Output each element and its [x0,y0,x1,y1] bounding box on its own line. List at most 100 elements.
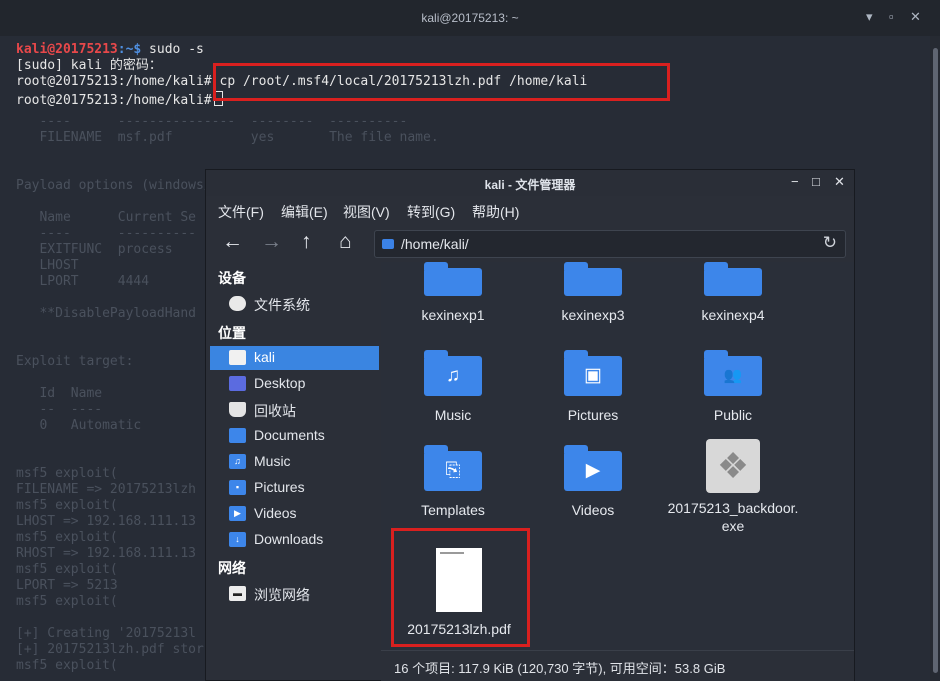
terminal-history-line: LPORT 4444 [16,274,150,289]
terminal-history-line: **DisablePayloadHand [16,306,197,321]
fm-close-button[interactable]: ✕ [834,174,845,190]
terminal-history-line: LHOST [16,258,79,273]
terminal-history-line: Id Name [16,386,103,401]
file-item-kexinexp1[interactable]: kexinexp1 [383,262,523,324]
folder-public-icon: 👥 [704,350,762,396]
sidebar-item-kali[interactable]: kali [210,346,379,370]
file-item-pictures[interactable]: ▣ Pictures [523,350,663,424]
terminal-history-line: LHOST => 192.168.111.13 [16,514,197,529]
sidebar-item-label: kali [254,349,276,365]
home-folder-icon [229,350,246,365]
home-folder-icon [382,239,394,249]
forward-button[interactable]: → [261,230,282,254]
terminal-history-line: Payload options (windows/ [16,178,212,193]
menu-edit[interactable]: 编辑(E) [281,202,328,222]
menu-help[interactable]: 帮助(H) [472,202,519,222]
terminal-title: kali@20175213: ~ [421,11,519,25]
terminal-history-line: LPORT => 5213 [16,578,118,593]
sidebar-item-label: Desktop [254,375,306,391]
sidebar-item-label: Documents [254,427,325,443]
terminal-titlebar[interactable]: kali@20175213: ~ ▾ ▫ ✕ [0,0,940,37]
file-item-videos[interactable]: ▶ Videos [523,445,663,519]
folder-icon [704,262,762,296]
menu-file[interactable]: 文件(F) [218,202,264,222]
location-path: /home/kali/ [401,236,469,252]
prompt-user: kali@20175213 [16,42,118,57]
reload-button[interactable]: ↻ [823,233,837,253]
terminal-scrollbar[interactable] [930,36,940,681]
trash-icon [229,402,246,417]
sidebar-item-trash[interactable]: 回收站 [210,398,379,422]
sidebar-item-filesystem[interactable]: 文件系统 [210,292,379,316]
sidebar-header-devices: 设备 [218,270,246,286]
file-item-backdoor-exe[interactable]: ❖ 20175213_backdoor.exe [663,439,803,535]
network-icon: ▬ [229,586,246,601]
file-name: kexinexp4 [701,307,765,323]
sidebar-item-label: 回收站 [254,403,296,419]
fm-minimize-button[interactable]: − [791,174,799,189]
file-name: Videos [571,502,615,518]
folder-icon [424,262,482,296]
file-item-music[interactable]: ♫ Music [383,350,523,424]
terminal-history-line: [+] 20175213lzh.pdf stor [16,642,204,657]
sidebar-item-downloads[interactable]: ↓ Downloads [210,528,379,552]
sidebar-header-places: 位置 [218,325,246,341]
terminal-history-line: ---- ---------- [16,226,197,241]
file-grid[interactable]: kexinexp1 kexinexp3 kexinexp4 ♫ Music ▣ … [381,262,854,650]
back-button[interactable]: ← [222,230,243,254]
prompt-path: :~$ [117,42,142,57]
sidebar-item-documents[interactable]: Documents [210,424,379,448]
sidebar-item-label: Downloads [254,531,324,547]
file-item-public[interactable]: 👥 Public [663,350,803,424]
sidebar-header-network: 网络 [218,560,246,576]
music-icon: ♫ [229,454,246,469]
file-item-kexinexp4[interactable]: kexinexp4 [663,262,803,324]
file-name: 20175213_backdoor.exe [667,500,799,534]
file-name: Music [434,407,472,423]
fm-maximize-button[interactable]: □ [812,174,820,189]
root-prompt: root@20175213:/home/kali# [16,93,212,108]
terminal-scroll-thumb[interactable] [933,48,938,673]
sidebar-item-videos[interactable]: ▶ Videos [210,502,379,526]
location-bar[interactable]: /home/kali/ ↻ [374,230,846,258]
maximize-button[interactable]: ▫ [889,9,894,25]
file-manager-window: kali - 文件管理器 − □ ✕ 文件(F) 编辑(E) 视图(V) 转到(… [205,169,855,681]
sidebar-item-browse-network[interactable]: ▬ 浏览网络 [210,582,379,606]
root-prompt: root@20175213:/home/kali# [16,74,212,89]
folder-pictures-icon: ▣ [564,350,622,396]
status-text: 16 个项目: 117.9 KiB (120,730 字节), 可用空间：53.… [394,661,726,676]
file-item-kexinexp3[interactable]: kexinexp3 [523,262,663,324]
folder-music-icon: ♫ [424,350,482,396]
sidebar-item-label: Pictures [254,479,305,495]
file-name: kexinexp3 [561,307,625,323]
terminal-history-line: 0 Automatic [16,418,142,433]
terminal-history-line: EXITFUNC process [16,242,173,257]
menu-bar: 文件(F) 编辑(E) 视图(V) 转到(G) 帮助(H) [206,196,854,226]
desktop-icon [229,376,246,391]
status-bar: 16 个项目: 117.9 KiB (120,730 字节), 可用空间：53.… [381,650,854,681]
sidebar-item-label: 浏览网络 [254,587,310,603]
toolbar: ← → ↑ ⌂ /home/kali/ ↻ [206,226,854,262]
up-button[interactable]: ↑ [301,230,312,254]
sidebar-item-pictures[interactable]: ▪ Pictures [210,476,379,500]
sidebar-item-desktop[interactable]: Desktop [210,372,379,396]
menu-go[interactable]: 转到(G) [407,202,455,222]
sidebar-item-label: 文件系统 [254,297,310,313]
minimize-button[interactable]: ▾ [866,9,873,25]
sidebar-item-label: Music [254,453,291,469]
downloads-icon: ↓ [229,532,246,547]
terminal-history-line: FILENAME msf.pdf yes The file name. [16,130,439,145]
home-button[interactable]: ⌂ [339,230,352,254]
pictures-icon: ▪ [229,480,246,495]
file-manager-titlebar[interactable]: kali - 文件管理器 − □ ✕ [206,170,854,196]
menu-view[interactable]: 视图(V) [343,202,390,222]
pdf-highlight-box [391,528,530,647]
close-button[interactable]: ✕ [910,9,921,25]
terminal-history-line: msf5 exploit( [16,658,118,673]
sidebar-item-music[interactable]: ♫ Music [210,450,379,474]
file-item-templates[interactable]: ⎘ Templates [383,445,523,519]
terminal-line-1: kali@20175213:~$ sudo -s [16,42,204,58]
terminal-line-4: root@20175213:/home/kali# [16,91,223,109]
terminal-history-line: msf5 exploit( [16,562,118,577]
file-name: kexinexp1 [421,307,485,323]
